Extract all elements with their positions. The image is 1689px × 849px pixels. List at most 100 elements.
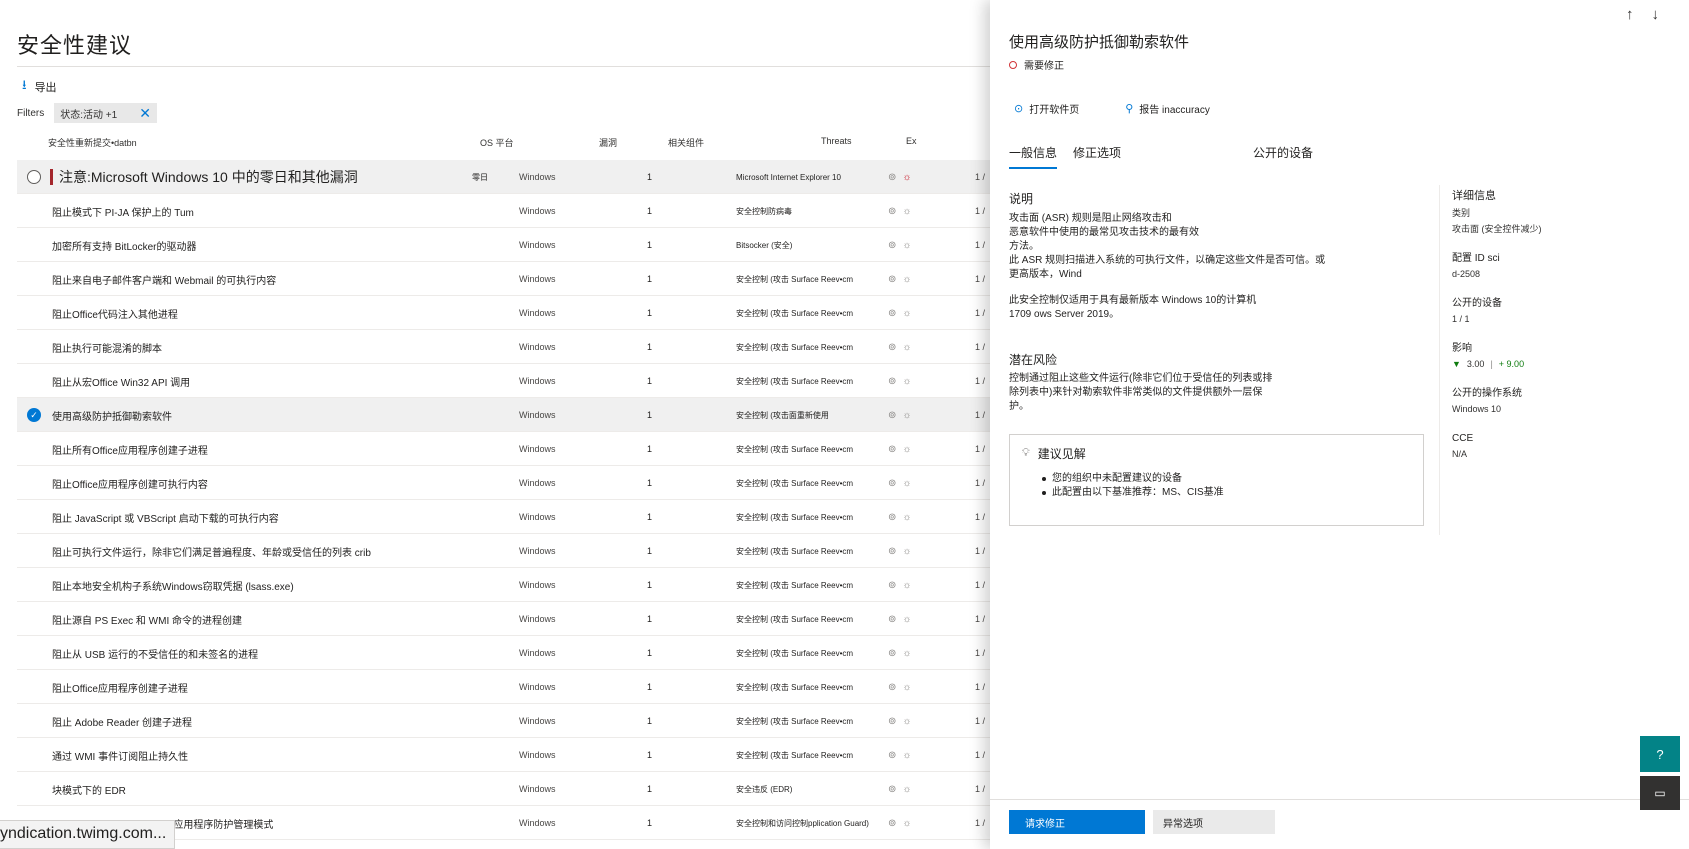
bug-icon: ☼ xyxy=(902,205,912,217)
table-row[interactable]: ✓ 使用高级防护抵御勒索软件 Windows 1 安全控制 (攻击面重新使用 ⊚ ☼ 1… xyxy=(17,398,990,432)
recommendation-name[interactable]: 阻止从 USB 运行的不受信任的和未签名的进程 xyxy=(52,636,452,670)
impact-down-value: 3.00 xyxy=(1466,359,1485,369)
table-row[interactable]: 阻止来自电子邮件客户端和 Webmail 的可执行内容 Windows 1 安全控制 … xyxy=(17,262,990,296)
recommendation-name[interactable]: 阻止执行可能混淆的脚本 xyxy=(52,330,452,364)
impact-label: 影响 xyxy=(1452,343,1472,354)
exception-options-button[interactable]: 异常选项 xyxy=(1153,810,1275,834)
table-row[interactable]: 阻止 Adobe Reader 创建子进程 Windows 1 安全控制 (攻击 Su… xyxy=(17,704,990,738)
exploit-icon: ⊚ xyxy=(888,171,897,183)
threats-cell: ⊚ ☼ xyxy=(888,738,928,772)
table-row[interactable]: 阻止Office应用程序创建可执行内容 Windows 1 安全控制 (攻击 Surf… xyxy=(17,466,990,500)
related-component-cell: Bitsocker (安全) xyxy=(736,240,793,250)
recommendation-name[interactable]: 阻止Office应用程序创建可执行内容 xyxy=(52,466,452,500)
close-icon[interactable]: ✕ xyxy=(139,105,151,122)
table-row[interactable]: 阻止执行可能混淆的脚本 Windows 1 安全控制 (攻击 Surface Reev… xyxy=(17,330,990,364)
table-row[interactable]: 通过 WMI 事件订阅阻止持久性 Windows 1 安全控制 (攻击 Surface… xyxy=(17,738,990,772)
table-body: 注意:Microsoft Windows 10 中的零日和其他漏洞 零日 Windo… xyxy=(17,160,990,840)
impact-up-value: + 9.00 xyxy=(1498,359,1525,369)
footer-divider xyxy=(990,799,1689,800)
column-header-name[interactable]: 安全性重新提交•datbn xyxy=(48,136,137,149)
exposed-devices-cell: 1 / xyxy=(975,376,986,386)
status-dot-icon xyxy=(1009,60,1017,69)
recommendation-name[interactable]: 阻止来自电子邮件客户端和 Webmail 的可执行内容 xyxy=(52,262,452,296)
recommendation-name[interactable]: 阻止源自 PS Exec 和 WMI 命令的进程创建 xyxy=(52,602,452,636)
related-component-cell: Microsoft Internet Explorer 10 xyxy=(736,172,841,182)
recommendation-name[interactable]: 阻止可执行文件运行，除非它们满足普遍程度、年龄或受信任的列表 crib xyxy=(52,534,452,568)
details-flyout: ↑ ↓ 使用高级防护抵御勒索软件 需要修正 ⊙ 打开软件页 ⚲ 报告 inacc… xyxy=(990,0,1689,849)
recommendation-name[interactable]: 块模式下的 EDR xyxy=(52,772,452,806)
table-row[interactable]: 阻止从宏Office Win32 API 调用 Windows 1 安全控制 (攻击 … xyxy=(17,364,990,398)
report-inaccuracy-button[interactable]: ⚲ 报告 inaccuracy xyxy=(1125,101,1210,116)
flyout-actions: ⊙ 打开软件页 ⚲ 报告 inaccuracy xyxy=(1014,101,1210,116)
recommendation-name[interactable]: 注意:Microsoft Windows 10 中的零日和其他漏洞 xyxy=(59,160,459,194)
bug-icon: ☼ xyxy=(902,511,912,523)
exposed-devices-value: 1 / 1 xyxy=(1452,314,1470,324)
arrow-circle-icon: ⊙ xyxy=(1014,103,1024,115)
weaknesses-cell: 1 xyxy=(647,682,653,692)
open-software-page-button[interactable]: ⊙ 打开软件页 xyxy=(1014,101,1079,116)
header-divider xyxy=(17,66,990,67)
column-header-component[interactable]: 相关组件 xyxy=(668,136,704,149)
recommendation-name[interactable]: 阻止本地安全机构子系统Windows窃取凭据 (lsass.exe) xyxy=(52,568,452,602)
recommendation-name[interactable]: 阻止 Adobe Reader 创建子进程 xyxy=(52,704,452,738)
filter-pill[interactable]: 状态:活动 +1 ✕ xyxy=(54,103,157,123)
export-button[interactable]: ⭳ 导出 xyxy=(22,76,57,98)
table-row[interactable]: 注意:Microsoft Windows 10 中的零日和其他漏洞 零日 Windo… xyxy=(17,160,990,194)
column-header-extra[interactable]: Ex xyxy=(906,136,917,146)
os-platform-cell: Windows xyxy=(519,614,556,624)
table-row[interactable]: 阻止从 USB 运行的不受信任的和未签名的进程 Windows 1 安全控制 (攻击 … xyxy=(17,636,990,670)
tab-exposed-devices[interactable]: 公开的设备 xyxy=(1253,144,1313,169)
related-component-cell: 安全控制 (攻击 Surface Reev•cm xyxy=(736,546,854,556)
recommendation-name[interactable]: 阻止所有Office应用程序创建子进程 xyxy=(52,432,452,466)
recommendation-name[interactable]: 阻止 JavaScript 或 VBScript 启动下载的可执行内容 xyxy=(52,500,452,534)
help-button[interactable]: ? xyxy=(1640,736,1680,772)
table-row[interactable]: 阻止模式下 PI-JA 保护上的 Tum Windows 1 安全控制防病毒 ⊚ ☼ … xyxy=(17,194,990,228)
table-row[interactable]: 阻止 JavaScript 或 VBScript 启动下载的可执行内容 Windo… xyxy=(17,500,990,534)
status-badge: 需要修正 xyxy=(1009,57,1064,72)
threats-cell: ⊚ ☼ xyxy=(888,364,928,398)
related-component-cell: 安全控制 (攻击 Surface Reev•cm xyxy=(736,750,854,760)
table-row[interactable]: 阻止源自 PS Exec 和 WMI 命令的进程创建 Windows 1 安全控制 (… xyxy=(17,602,990,636)
arrow-down-icon[interactable]: ↓ xyxy=(1652,6,1660,23)
tab-general-info[interactable]: 一般信息 xyxy=(1009,144,1058,169)
os-platform-cell: Windows xyxy=(519,240,556,250)
request-remediation-button[interactable]: 请求修正 xyxy=(1009,810,1145,834)
row-select-radio[interactable] xyxy=(27,170,41,184)
row-selected-check-icon[interactable]: ✓ xyxy=(27,408,41,422)
bug-icon: ☼ xyxy=(902,545,912,557)
threats-cell: ⊚ ☼ xyxy=(888,296,928,330)
recommendation-name[interactable]: 阻止Office代码注入其他进程 xyxy=(52,296,452,330)
recommendation-name[interactable]: 使用高级防护抵御勒索软件 xyxy=(52,398,452,432)
related-component-cell: 安全控制和访问控制pplication Guard) xyxy=(736,818,869,828)
status-text: 需要修正 xyxy=(1024,61,1064,72)
table-row[interactable]: 块模式下的 EDR Windows 1 安全违反 (EDR) ⊚ ☼ 1 / xyxy=(17,772,990,806)
recommendation-name[interactable]: 加密所有支持 BitLocker的驱动器 xyxy=(52,228,452,262)
table-row[interactable]: 阻止Office应用程序创建子进程 Windows 1 安全控制 (攻击 Surfac… xyxy=(17,670,990,704)
weaknesses-cell: 1 xyxy=(647,784,653,794)
bug-icon: ☼ xyxy=(902,409,912,421)
feedback-button[interactable]: ▭ xyxy=(1640,776,1680,810)
exposed-devices-cell: 1 / xyxy=(975,478,986,488)
column-header-exposure[interactable]: 漏洞 xyxy=(599,136,617,149)
recommendation-name[interactable]: 阻止Office应用程序创建子进程 xyxy=(52,670,452,704)
recommendation-name[interactable]: 通过 WMI 事件订阅阻止持久性 xyxy=(52,738,452,772)
related-component-cell: 安全控制 (攻击 Surface Reev•cm xyxy=(736,580,854,590)
exploit-icon: ⊚ xyxy=(888,647,897,659)
description-section: 说明 攻击面 (ASR) 规则是阻止网络攻击和 恶意软件中使用的最常见攻击技术的… xyxy=(1009,192,1409,322)
table-row[interactable]: 阻止Office代码注入其他进程 Windows 1 安全控制 (攻击 Surface… xyxy=(17,296,990,330)
table-row[interactable]: 加密所有支持 BitLocker的驱动器 Windows 1 Bitsocker (安… xyxy=(17,228,990,262)
recommendation-name[interactable]: 阻止模式下 PI-JA 保护上的 Tum xyxy=(52,194,452,228)
related-component-cell: 安全控制 (攻击 Surface Reev•cm xyxy=(736,376,854,386)
os-platform-cell: Windows xyxy=(519,308,556,318)
column-header-threats[interactable]: Threats xyxy=(821,136,852,146)
recommendation-name[interactable]: 阻止从宏Office Win32 API 调用 xyxy=(52,364,452,398)
weaknesses-cell: 1 xyxy=(647,342,653,352)
tab-remediation-options[interactable]: 修正选项 xyxy=(1073,144,1121,169)
table-row[interactable]: 阻止可执行文件运行，除非它们满足普遍程度、年龄或受信任的列表 crib Windo… xyxy=(17,534,990,568)
table-row[interactable]: 阻止本地安全机构子系统Windows窃取凭据 (lsass.exe) Window… xyxy=(17,568,990,602)
recommendations-list-pane: 安全性建议 ⭳ 导出 Filters 状态:活动 +1 ✕ 安全性重新提交•da… xyxy=(0,0,990,849)
arrow-up-icon[interactable]: ↑ xyxy=(1626,6,1634,23)
table-row[interactable]: 阻止所有Office应用程序创建子进程 Windows 1 安全控制 (攻击 Surf… xyxy=(17,432,990,466)
column-header-os[interactable]: OS 平台 xyxy=(480,136,514,149)
weaknesses-cell: 1 xyxy=(647,410,653,420)
